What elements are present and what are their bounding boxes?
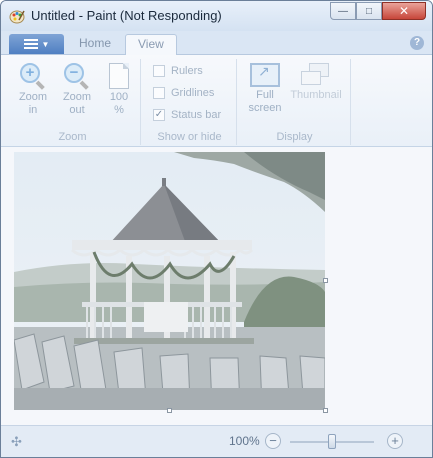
window-controls: — □ ✕ <box>330 2 426 20</box>
zoom-out-label-1: Zoom <box>62 91 92 103</box>
gridlines-check-box[interactable] <box>153 87 165 99</box>
canvas-workspace[interactable] <box>1 147 432 425</box>
minimize-icon: — <box>338 5 348 17</box>
resize-handle-right[interactable] <box>323 278 328 283</box>
plus-icon: + <box>391 433 399 448</box>
zoom-in-button[interactable]: + Zoom in <box>13 63 53 117</box>
move-cursor-icon: ✣ <box>11 434 22 449</box>
paint-app-icon[interactable] <box>9 8 25 24</box>
gridlines-checkbox[interactable]: Gridlines <box>153 85 214 101</box>
zoom-in-small-button[interactable]: + <box>387 433 403 449</box>
resize-handle-corner[interactable] <box>323 408 328 413</box>
display-group: Full screen Thumbnail Display <box>239 59 351 145</box>
thumbnail-button[interactable]: Thumbnail <box>285 63 347 102</box>
paint-window: Untitled - Paint (Not Responding) — □ ✕ … <box>0 0 433 458</box>
window-title: Untitled - Paint (Not Responding) <box>31 8 222 23</box>
tab-home[interactable]: Home <box>67 34 123 55</box>
full-screen-label-1: Full <box>256 89 274 101</box>
zoom-100-button[interactable]: 100 % <box>101 63 137 117</box>
show-hide-group: Rulers Gridlines ✓ Status bar Show or hi… <box>143 59 237 145</box>
help-icon[interactable]: ? <box>410 36 424 50</box>
full-screen-label-2: screen <box>248 102 282 114</box>
rulers-checkbox[interactable]: Rulers <box>153 63 203 79</box>
resize-handle-bottom[interactable] <box>167 408 172 413</box>
gridlines-label: Gridlines <box>171 87 215 99</box>
page-icon <box>109 63 129 89</box>
zoom-group: + Zoom in − Zoom out 100 % Zoom <box>5 59 141 145</box>
maximize-button[interactable]: □ <box>356 2 382 20</box>
minus-icon: − <box>269 433 277 448</box>
show-hide-group-label: Show or hide <box>157 131 222 143</box>
zoom-out-button[interactable]: − Zoom out <box>57 63 97 117</box>
zoom-100-label-2: % <box>114 104 124 116</box>
rulers-check-box[interactable] <box>153 65 165 77</box>
zoom-out-icon: − <box>64 63 90 90</box>
full-screen-icon <box>250 63 280 87</box>
rulers-label: Rulers <box>171 65 203 77</box>
check-icon[interactable]: ✓ <box>153 109 165 121</box>
zoom-in-icon: + <box>20 63 46 90</box>
menu-bars-icon <box>23 39 38 49</box>
maximize-icon: □ <box>365 5 373 17</box>
status-bar-label: Status bar <box>171 109 222 121</box>
display-group-label: Display <box>276 131 313 143</box>
gazebo-photo <box>14 152 325 410</box>
ribbon-tab-bar: ▼ Home View ? <box>1 31 432 56</box>
zoom-slider-thumb[interactable] <box>328 434 336 449</box>
zoom-100-label-1: 100 <box>109 91 129 103</box>
tab-view[interactable]: View <box>125 34 177 56</box>
zoom-out-small-button[interactable]: − <box>265 433 281 449</box>
zoom-out-label-2: out <box>69 104 85 116</box>
zoom-level-text: 100% <box>229 434 260 448</box>
status-bar: ✣ 100% − + <box>1 425 432 457</box>
zoom-in-label-2: in <box>28 104 38 116</box>
thumbnail-label: Thumbnail <box>290 89 342 101</box>
minimize-button[interactable]: — <box>330 2 356 20</box>
ribbon-panel: + Zoom in − Zoom out 100 % Zoom Rulers G… <box>1 55 432 147</box>
close-icon: ✕ <box>398 4 410 18</box>
chevron-down-icon: ▼ <box>41 39 50 49</box>
status-bar-checkbox[interactable]: ✓ Status bar <box>153 107 221 123</box>
zoom-group-label: Zoom <box>58 131 87 143</box>
paint-menu-button[interactable]: ▼ <box>9 34 64 54</box>
canvas-image[interactable] <box>14 152 325 410</box>
thumbnail-icon <box>301 63 331 87</box>
full-screen-button[interactable]: Full screen <box>245 63 285 115</box>
title-bar[interactable]: Untitled - Paint (Not Responding) — □ ✕ <box>1 1 432 31</box>
zoom-in-label-1: Zoom <box>18 91 48 103</box>
close-button[interactable]: ✕ <box>382 2 426 20</box>
